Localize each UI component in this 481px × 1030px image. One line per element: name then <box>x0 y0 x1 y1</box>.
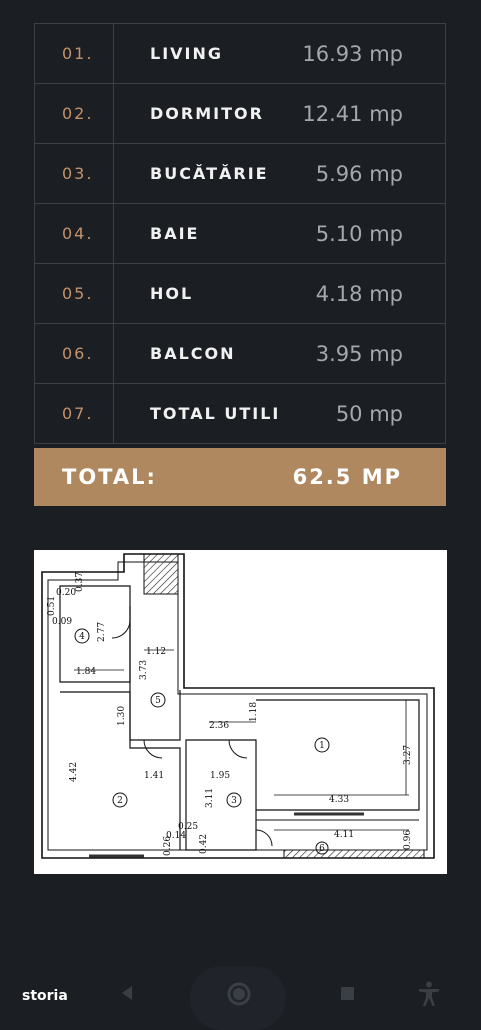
floor-plan-dimension: 1.41 <box>144 771 164 781</box>
room-number: 06. <box>62 344 94 363</box>
room-row: 01. LIVING 16.93 mp <box>34 24 446 84</box>
storia-logo: storia <box>22 988 68 1004</box>
floor-plan-dimension: 0.26 <box>163 836 173 856</box>
floor-plan-room-number: 3 <box>231 796 237 806</box>
room-name: DORMITOR <box>150 104 264 123</box>
floor-plan-dimension: 4.11 <box>334 830 354 840</box>
floor-plan-dimension: 1.84 <box>76 667 96 677</box>
floor-plan-room-number: 2 <box>117 796 123 806</box>
room-name: LIVING <box>150 44 224 63</box>
floor-plan-dimension: 1.95 <box>210 771 230 781</box>
floor-plan-dimension: 0.09 <box>52 617 72 627</box>
room-name: BUCĂTĂRIE <box>150 164 269 183</box>
room-area: 12.41 mp <box>302 102 403 126</box>
room-number: 03. <box>62 164 94 183</box>
room-number: 02. <box>62 104 94 123</box>
navigation-bar: storia <box>0 960 481 1030</box>
floor-plan-dimension: 0.42 <box>199 834 209 854</box>
floor-plan-dimension: 2.36 <box>209 721 229 731</box>
room-number: 07. <box>62 404 94 423</box>
floor-plan-dimension: 3.11 <box>205 788 215 808</box>
room-row: 04. BAIE 5.10 mp <box>34 204 446 264</box>
room-area: 5.10 mp <box>315 222 403 246</box>
room-row: 05. HOL 4.18 mp <box>34 264 446 324</box>
floor-plan-dimension: 0.96 <box>403 830 413 850</box>
floor-plan-dimension: 3.73 <box>139 660 149 680</box>
room-area: 16.93 mp <box>302 42 403 66</box>
room-area: 4.18 mp <box>315 282 403 306</box>
total-bar: TOTAL: 62.5 MP <box>34 448 446 506</box>
accessibility-icon[interactable] <box>417 981 441 1007</box>
floor-plan-dimension: 4.33 <box>329 795 349 805</box>
back-icon[interactable] <box>118 984 136 1002</box>
room-name: BAIE <box>150 224 200 243</box>
floor-plan-dimension: 4.42 <box>69 762 79 782</box>
room-name: TOTAL UTILI <box>150 404 281 423</box>
floor-plan-dimension: 0.37 <box>75 572 85 592</box>
room-row: 03. BUCĂTĂRIE 5.96 mp <box>34 144 446 204</box>
floor-plan-dimension: 1.30 <box>117 706 127 726</box>
floor-plan-dimension: 2.77 <box>97 622 107 642</box>
floor-plan-room-number: 4 <box>79 632 85 642</box>
home-icon[interactable] <box>227 982 251 1006</box>
room-row: 07. TOTAL UTILI 50 mp <box>34 384 446 444</box>
total-value: 62.5 MP <box>292 465 402 489</box>
floor-plan-dimension: 3.27 <box>403 745 413 765</box>
room-number: 01. <box>62 44 94 63</box>
floor-plan-room-number: 6 <box>319 844 325 854</box>
floor-plan-image[interactable]: 1 2 3 4 5 6 0.20 0.37 0.51 0.09 2.77 1.8… <box>34 550 447 874</box>
floor-plan-room-number: 5 <box>155 696 161 706</box>
room-table: 01. LIVING 16.93 mp 02. DORMITOR 12.41 m… <box>34 23 446 444</box>
recents-icon[interactable] <box>340 986 355 1001</box>
room-area: 5.96 mp <box>315 162 403 186</box>
floor-plan-dimension: 0.20 <box>56 588 76 598</box>
room-area: 50 mp <box>335 402 403 426</box>
room-number: 05. <box>62 284 94 303</box>
floor-plan-dimension: 0.51 <box>47 596 57 616</box>
floor-plan-dimension: 1.18 <box>249 702 259 722</box>
floor-plan-room-number: 1 <box>319 741 325 751</box>
room-row: 02. DORMITOR 12.41 mp <box>34 84 446 144</box>
room-row: 06. BALCON 3.95 mp <box>34 324 446 384</box>
room-area: 3.95 mp <box>315 342 403 366</box>
room-number: 04. <box>62 224 94 243</box>
total-label: TOTAL: <box>62 465 157 489</box>
room-name: BALCON <box>150 344 236 363</box>
room-name: HOL <box>150 284 194 303</box>
floor-plan-dimension: 1.12 <box>146 647 166 657</box>
